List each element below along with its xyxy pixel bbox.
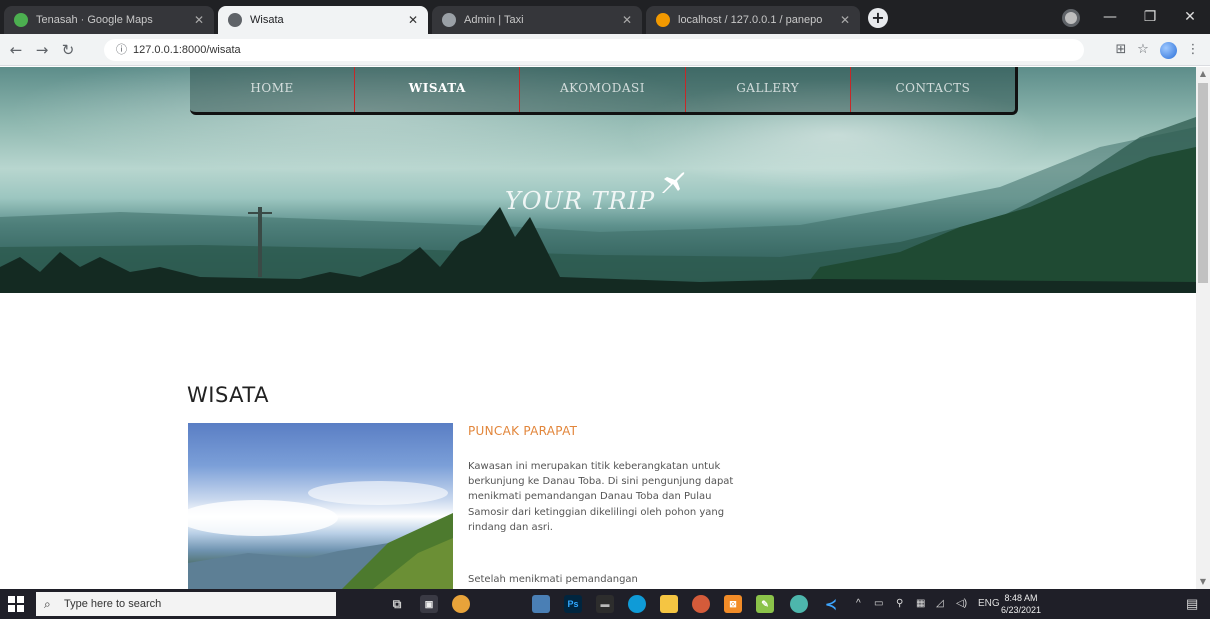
tab-title: Wisata: [250, 14, 284, 26]
app-icon[interactable]: [532, 595, 550, 613]
search-icon: ⌕: [44, 597, 51, 611]
main-navigation: HOME WISATA AKOMODASI GALLERY CONTACTS: [190, 67, 1018, 115]
browser-tab-active[interactable]: Wisata ✕: [218, 6, 428, 34]
tab-title: localhost / 127.0.0.1 / panepo: [678, 14, 823, 26]
tray-chevron-icon[interactable]: ^: [856, 589, 861, 619]
translate-icon[interactable]: ⊞: [1112, 41, 1130, 59]
clock-time: 8:48 AM: [1004, 593, 1038, 603]
destination-photo: [188, 423, 453, 589]
maps-favicon-icon: [14, 13, 28, 27]
nav-wisata[interactable]: WISATA: [355, 67, 521, 112]
photoshop-icon[interactable]: Ps: [564, 595, 582, 613]
airplane-icon: [662, 172, 685, 193]
minimize-icon[interactable]: —: [1092, 0, 1128, 34]
nav-akomodasi[interactable]: AKOMODASI: [520, 67, 686, 112]
tab-title: Admin | Taxi: [464, 14, 524, 26]
terminal-icon[interactable]: ▬: [596, 595, 614, 613]
browser-tab-bar: Tenasah · Google Maps ✕ Wisata ✕ Admin |…: [0, 0, 1210, 34]
forward-arrow-icon[interactable]: →: [32, 40, 52, 60]
chrome-canary-icon[interactable]: [692, 595, 710, 613]
account-avatar[interactable]: [1160, 42, 1177, 59]
microphone-icon[interactable]: ⚲: [896, 589, 903, 619]
info-icon[interactable]: ⓘ: [116, 44, 127, 56]
tab-title: Tenasah · Google Maps: [36, 14, 153, 26]
close-window-icon[interactable]: ✕: [1172, 0, 1208, 34]
browser-tab[interactable]: Admin | Taxi ✕: [432, 6, 642, 34]
volume-icon[interactable]: ◁): [956, 589, 967, 619]
web-page: HOME WISATA AKOMODASI GALLERY CONTACTS Y…: [0, 67, 1196, 589]
windows-start-icon[interactable]: [8, 596, 24, 612]
url-text: 127.0.0.1:8000/wisata: [133, 44, 241, 56]
clock-date: 6/23/2021: [1000, 605, 1042, 615]
bookmark-star-icon[interactable]: ☆: [1134, 41, 1152, 59]
network-icon[interactable]: ▭: [874, 589, 883, 619]
nav-contacts[interactable]: CONTACTS: [851, 67, 1015, 112]
scroll-up-arrow-icon[interactable]: ▲: [1196, 67, 1210, 81]
edge-icon[interactable]: [628, 595, 646, 613]
close-tab-icon[interactable]: ✕: [622, 13, 632, 27]
destination-title: PUNCAK PARAPAT: [468, 424, 578, 438]
close-tab-icon[interactable]: ✕: [194, 13, 204, 27]
close-tab-icon[interactable]: ✕: [840, 13, 850, 27]
restore-icon[interactable]: ❐: [1132, 0, 1168, 34]
kebab-menu-icon[interactable]: ⋮: [1184, 41, 1202, 59]
page-scrollbar[interactable]: ▲ ▼: [1196, 67, 1210, 589]
browser-app-icon[interactable]: [790, 595, 808, 613]
back-arrow-icon[interactable]: ←: [6, 40, 26, 60]
browser-tab[interactable]: localhost / 127.0.0.1 / panepo ✕: [646, 6, 860, 34]
new-tab-button[interactable]: +: [868, 8, 888, 28]
file-explorer-icon[interactable]: [660, 595, 678, 613]
windows-taskbar: ⌕ Type here to search ⧉ ▣ Ps ▬ ⊠ ✎ ≺ ^ ▭…: [0, 589, 1210, 619]
scrollbar-thumb[interactable]: [1198, 83, 1208, 283]
taskbar-search-input[interactable]: ⌕ Type here to search: [36, 592, 336, 616]
store-icon[interactable]: ▣: [420, 595, 438, 613]
vscode-icon[interactable]: ≺: [822, 595, 840, 613]
search-placeholder: Type here to search: [64, 598, 162, 610]
reload-icon[interactable]: ↻: [58, 40, 78, 60]
destination-description-continued: Setelah menikmati pemandangan: [468, 574, 638, 585]
scroll-down-arrow-icon[interactable]: ▼: [1196, 575, 1210, 589]
display-icon[interactable]: ▦: [916, 589, 925, 619]
destination-description: Kawasan ini merupakan titik keberangkata…: [468, 461, 734, 533]
browser-tab[interactable]: Tenasah · Google Maps ✕: [4, 6, 214, 34]
nav-home[interactable]: HOME: [190, 67, 356, 112]
taskbar-clock[interactable]: 8:48 AM 6/23/2021: [1000, 592, 1042, 616]
address-bar[interactable]: ⓘ 127.0.0.1:8000/wisata: [104, 39, 1084, 61]
xampp-icon[interactable]: ⊠: [724, 595, 742, 613]
profile-icon[interactable]: [1062, 9, 1080, 27]
task-view-icon[interactable]: ⧉: [388, 595, 406, 613]
language-indicator[interactable]: ENG: [978, 589, 1000, 619]
nav-gallery[interactable]: GALLERY: [686, 67, 851, 112]
browser-toolbar: ← → ↻ ⓘ 127.0.0.1:8000/wisata ⊞ ☆ ⋮: [0, 34, 1210, 66]
close-tab-icon[interactable]: ✕: [408, 13, 418, 27]
notifications-icon[interactable]: ▤: [1186, 589, 1198, 619]
site-logo-text[interactable]: YOUR TRIP: [505, 187, 655, 215]
section-heading: WISATA: [187, 383, 269, 407]
phpmyadmin-favicon-icon: [656, 13, 670, 27]
globe-icon: [228, 13, 242, 27]
notepad-icon[interactable]: ✎: [756, 595, 774, 613]
wifi-icon[interactable]: ◿: [936, 589, 944, 619]
hero-banner: HOME WISATA AKOMODASI GALLERY CONTACTS Y…: [0, 67, 1196, 293]
globe-icon: [442, 13, 456, 27]
chrome-icon[interactable]: [452, 595, 470, 613]
